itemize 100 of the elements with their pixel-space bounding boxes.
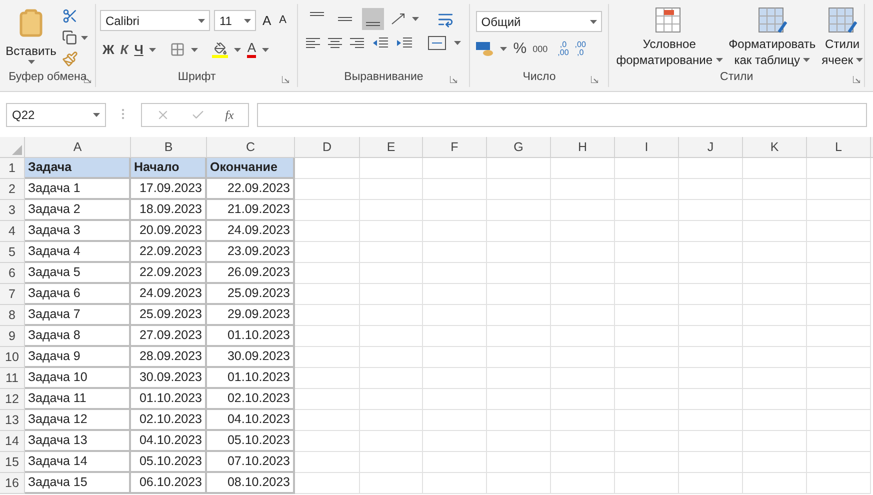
empty-cell xyxy=(423,284,487,305)
orientation-icon[interactable] xyxy=(390,12,406,26)
row-header[interactable]: 2 xyxy=(0,179,25,200)
borders-icon[interactable] xyxy=(170,42,186,58)
styles-button[interactable]: Форматировать как таблицу xyxy=(728,6,817,68)
column-header[interactable]: L xyxy=(807,137,871,157)
empty-cell xyxy=(551,452,615,473)
column-header[interactable]: H xyxy=(551,137,615,157)
group-label: Выравнивание xyxy=(344,70,424,86)
empty-cell xyxy=(743,158,807,179)
row-header[interactable]: 11 xyxy=(0,368,25,389)
empty-cell xyxy=(679,263,743,284)
table-cell: Задача 2 xyxy=(25,200,131,221)
decrease-decimal-button[interactable]: ,00 ,0 xyxy=(574,41,586,58)
underline-button[interactable]: Ч xyxy=(134,40,144,60)
styles-button[interactable]: Условное форматирование xyxy=(615,6,724,68)
column-header[interactable]: C xyxy=(207,137,295,157)
table-cell: 07.10.2023 xyxy=(207,452,295,473)
row-header[interactable]: 3 xyxy=(0,200,25,221)
align-right-icon[interactable] xyxy=(350,37,364,49)
align-left-icon[interactable] xyxy=(306,37,320,49)
thousands-button[interactable]: 000 xyxy=(532,42,548,56)
empty-cell xyxy=(487,263,551,284)
row-header[interactable]: 4 xyxy=(0,221,25,242)
empty-cell xyxy=(679,410,743,431)
row-header[interactable]: 12 xyxy=(0,389,25,410)
number-format-field[interactable]: Общий xyxy=(476,11,602,32)
paste-button[interactable]: Вставить xyxy=(4,4,58,69)
row-header[interactable]: 1 xyxy=(0,158,25,179)
font-size-field[interactable]: 11 xyxy=(214,10,256,31)
fill-color-icon[interactable] xyxy=(212,42,228,58)
column-header[interactable]: I xyxy=(615,137,679,157)
empty-cell xyxy=(295,242,360,263)
empty-cell xyxy=(615,200,679,221)
empty-cell xyxy=(615,242,679,263)
percent-button[interactable]: % xyxy=(513,38,527,60)
empty-cell xyxy=(360,368,423,389)
empty-cell xyxy=(551,410,615,431)
row-header[interactable]: 16 xyxy=(0,473,25,494)
dialog-launcher-icon[interactable] xyxy=(450,76,458,83)
row-header[interactable]: 5 xyxy=(0,242,25,263)
shrink-font-button[interactable]: A xyxy=(277,12,288,29)
grow-font-button[interactable]: A xyxy=(260,10,274,30)
column-header[interactable]: A xyxy=(25,137,131,157)
column-header[interactable]: B xyxy=(131,137,207,157)
empty-cell xyxy=(743,263,807,284)
column-header[interactable]: G xyxy=(487,137,551,157)
dialog-launcher-icon[interactable] xyxy=(853,76,860,83)
empty-cell xyxy=(615,389,679,410)
row-header[interactable]: 7 xyxy=(0,284,25,305)
empty-cell xyxy=(679,242,743,263)
row-header[interactable]: 8 xyxy=(0,305,25,326)
column-header[interactable]: E xyxy=(360,137,423,157)
empty-cell xyxy=(743,200,807,221)
vertical-align-button[interactable] xyxy=(362,8,384,30)
row-header[interactable]: 14 xyxy=(0,431,25,452)
merge-cells-icon[interactable] xyxy=(428,36,446,50)
row-header[interactable]: 10 xyxy=(0,347,25,368)
column-header[interactable]: D xyxy=(295,137,360,157)
column-header[interactable]: J xyxy=(679,137,743,157)
italic-button[interactable]: К xyxy=(120,40,128,60)
table-cell: 25.09.2023 xyxy=(131,305,207,326)
cut-icon[interactable] xyxy=(62,8,78,24)
increase-indent-icon[interactable] xyxy=(396,37,412,49)
empty-cell xyxy=(423,389,487,410)
empty-cell xyxy=(807,473,871,494)
table-cell: Задача 4 xyxy=(25,242,131,263)
empty-cell xyxy=(295,410,360,431)
empty-cell xyxy=(743,242,807,263)
decrease-indent-icon[interactable] xyxy=(372,37,388,49)
table-cell: Задача 6 xyxy=(25,284,131,305)
bold-button[interactable]: Ж xyxy=(102,40,114,60)
row-header[interactable]: 15 xyxy=(0,452,25,473)
table-cell: 05.10.2023 xyxy=(207,431,295,452)
styles-button[interactable]: Стили ячеек xyxy=(820,6,864,68)
increase-decimal-button[interactable]: ,0 ,00 xyxy=(558,41,569,58)
empty-cell xyxy=(743,389,807,410)
name-box[interactable]: Q22 xyxy=(6,102,106,126)
align-center-icon[interactable] xyxy=(328,37,342,49)
column-header[interactable]: F xyxy=(423,137,487,157)
empty-cell xyxy=(743,473,807,494)
empty-cell xyxy=(360,452,423,473)
empty-cell xyxy=(807,368,871,389)
dialog-launcher-icon[interactable] xyxy=(282,76,290,83)
formula-field[interactable] xyxy=(257,102,867,126)
font-color-button[interactable]: A xyxy=(247,41,256,58)
grip-icon xyxy=(122,109,125,120)
empty-cell xyxy=(615,368,679,389)
dialog-launcher-icon[interactable] xyxy=(591,76,598,83)
copy-icon[interactable] xyxy=(62,30,77,45)
row-header[interactable]: 6 xyxy=(0,263,25,284)
empty-cell xyxy=(487,452,551,473)
insert-function-button[interactable]: fx xyxy=(225,106,234,124)
font-name-field[interactable]: Calibri xyxy=(100,10,210,31)
empty-cell xyxy=(679,221,743,242)
currency-icon[interactable] xyxy=(476,41,494,58)
empty-cell xyxy=(360,389,423,410)
column-header[interactable]: K xyxy=(743,137,807,157)
row-header[interactable]: 13 xyxy=(0,410,25,431)
row-header[interactable]: 9 xyxy=(0,326,25,347)
